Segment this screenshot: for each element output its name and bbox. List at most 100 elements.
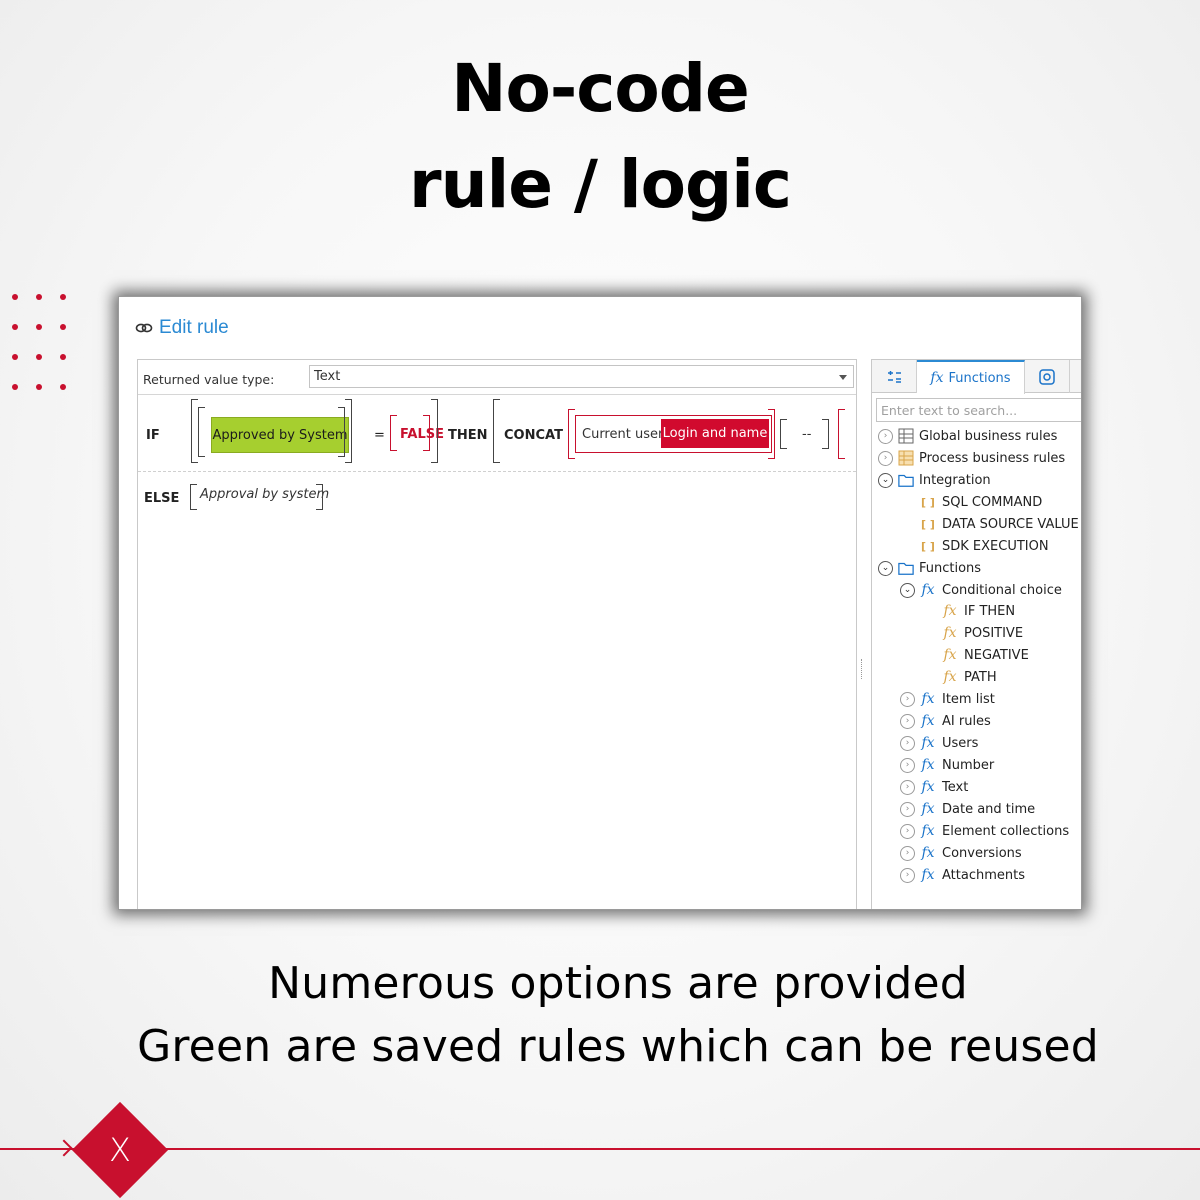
tree-label: Process business rules — [919, 450, 1066, 466]
tree-label: IF THEN — [964, 603, 1016, 619]
tab-functions[interactable]: fx Functions — [917, 360, 1025, 394]
tab-form-fields[interactable] — [1025, 360, 1070, 393]
else-value[interactable]: Approval by system — [200, 487, 329, 502]
link-icon — [135, 323, 153, 333]
caption-line-2: Green are saved rules which can be reuse… — [137, 1021, 1099, 1072]
expand-icon[interactable]: › — [900, 845, 915, 861]
equals-operator: = — [374, 428, 385, 443]
tree-item-integration[interactable]: ⌄ Integration — [878, 470, 991, 490]
fx-icon: fx — [943, 669, 957, 685]
tree-label: Conversions — [942, 845, 1022, 861]
collapse-icon[interactable]: ⌄ — [900, 582, 915, 598]
tree-item-date-and-time[interactable]: › fx Date and time — [900, 799, 1035, 819]
tree-label: Users — [942, 735, 979, 751]
returned-value-type-select[interactable]: Text — [309, 365, 854, 388]
tree-label: Element collections — [942, 823, 1070, 839]
expand-icon[interactable]: › — [900, 823, 915, 839]
tree-item-process-business-rules[interactable]: › Process business rules — [878, 448, 1065, 468]
folder-fx-icon — [898, 474, 914, 487]
tree-label: POSITIVE — [964, 625, 1024, 641]
expand-icon[interactable]: › — [900, 735, 915, 751]
fx-icon: fx — [921, 582, 935, 598]
tree-item-positive[interactable]: fx POSITIVE — [942, 623, 1023, 643]
decorative-dots — [4, 292, 74, 402]
tree-item-if-then[interactable]: fx IF THEN — [942, 601, 1015, 621]
chevron-down-icon[interactable] — [839, 375, 847, 380]
caption-line-1: Numerous options are provided — [268, 958, 968, 1009]
fx-icon: fx — [930, 370, 944, 386]
tree-label: SQL COMMAND — [942, 494, 1043, 510]
expand-icon[interactable]: › — [900, 691, 915, 707]
tree-item-sdk-execution[interactable]: [ ] SDK EXECUTION — [920, 536, 1049, 556]
variables-icon — [888, 370, 901, 383]
if-keyword: IF — [146, 428, 160, 443]
fx-icon: fx — [921, 713, 935, 729]
separator-bracket-left — [780, 419, 787, 449]
fx-icon: fx — [921, 845, 935, 861]
separator-value[interactable]: -- — [802, 427, 811, 442]
tree-label: NEGATIVE — [964, 647, 1029, 663]
rule-expression-editor[interactable]: Returned value type: Text IF Approved by… — [137, 359, 857, 909]
concat-arg-bracket-right — [768, 409, 775, 459]
fx-icon: fx — [921, 735, 935, 751]
tree-label: Item list — [942, 691, 995, 707]
expand-icon[interactable]: › — [900, 801, 915, 817]
expand-icon[interactable]: › — [878, 428, 893, 444]
tree-item-users[interactable]: › fx Users — [900, 733, 978, 753]
edit-rule-title: Edit rule — [159, 317, 229, 338]
tree-label: PATH — [964, 669, 997, 685]
tree-item-sql-command[interactable]: [ ] SQL COMMAND — [920, 492, 1042, 512]
bracket-icon: [ ] — [921, 495, 935, 509]
tree-item-element-collections[interactable]: › fx Element collections — [900, 821, 1069, 841]
concat-keyword[interactable]: CONCAT — [504, 428, 563, 443]
outer-bracket-right — [345, 399, 352, 463]
headline-line-2: rule / logic — [409, 146, 792, 223]
functions-panel: fx Functions › Global business rules › P… — [871, 359, 1081, 909]
search-field[interactable] — [876, 398, 1081, 422]
then-keyword: THEN — [448, 428, 488, 443]
tree-label: SDK EXECUTION — [942, 538, 1049, 554]
fx-icon: fx — [943, 603, 957, 619]
tree-item-path[interactable]: fx PATH — [942, 667, 997, 687]
then-bracket-left — [493, 399, 500, 463]
login-and-name-chip[interactable]: Login and name — [661, 419, 769, 448]
tree-item-conditional-choice[interactable]: ⌄ fx Conditional choice — [900, 580, 1062, 600]
tree-item-item-list[interactable]: › fx Item list — [900, 689, 995, 709]
condition-bracket-right — [431, 399, 438, 463]
search-input[interactable] — [877, 399, 1081, 421]
tab-variables[interactable] — [872, 360, 917, 393]
process-rules-icon — [898, 450, 914, 466]
separator-bracket-right — [822, 419, 829, 449]
expand-icon[interactable]: › — [878, 450, 893, 466]
tree-item-number[interactable]: › fx Number — [900, 755, 994, 775]
returned-value-type-value: Text — [314, 369, 341, 384]
tree-item-functions[interactable]: ⌄ Functions — [878, 558, 981, 578]
expand-icon[interactable]: › — [900, 867, 915, 883]
expand-icon[interactable]: › — [900, 713, 915, 729]
returned-value-type-label: Returned value type: — [143, 372, 275, 387]
tree-label: Date and time — [942, 801, 1036, 817]
tree-item-text[interactable]: › fx Text — [900, 777, 968, 797]
collapse-icon[interactable]: ⌄ — [878, 560, 893, 576]
expand-icon[interactable]: › — [900, 757, 915, 773]
tree-item-attachments[interactable]: › fx Attachments — [900, 865, 1025, 885]
saved-rule-chip[interactable]: Approved by System — [211, 417, 349, 453]
footer-rule-line — [0, 1148, 1200, 1150]
fx-icon: fx — [921, 823, 935, 839]
tree-item-data-source-value[interactable]: [ ] DATA SOURCE VALUE — [920, 514, 1079, 534]
collapse-icon[interactable]: ⌄ — [878, 472, 893, 488]
panel-splitter[interactable] — [861, 659, 863, 679]
folder-fx-icon — [898, 562, 914, 575]
tab-functions-label: Functions — [948, 370, 1011, 386]
arrow-right-icon — [55, 1139, 73, 1157]
next-arg-bracket-left — [838, 409, 845, 459]
expand-icon[interactable]: › — [900, 779, 915, 795]
fx-icon: fx — [921, 867, 935, 883]
tree-item-global-business-rules[interactable]: › Global business rules — [878, 426, 1057, 446]
tree-item-conversions[interactable]: › fx Conversions — [900, 843, 1022, 863]
tree-item-negative[interactable]: fx NEGATIVE — [942, 645, 1029, 665]
tree-item-ai-rules[interactable]: › fx AI rules — [900, 711, 991, 731]
tree-label: Attachments — [942, 867, 1025, 883]
inner-bracket-left — [198, 407, 205, 457]
else-bracket-right — [316, 484, 323, 510]
